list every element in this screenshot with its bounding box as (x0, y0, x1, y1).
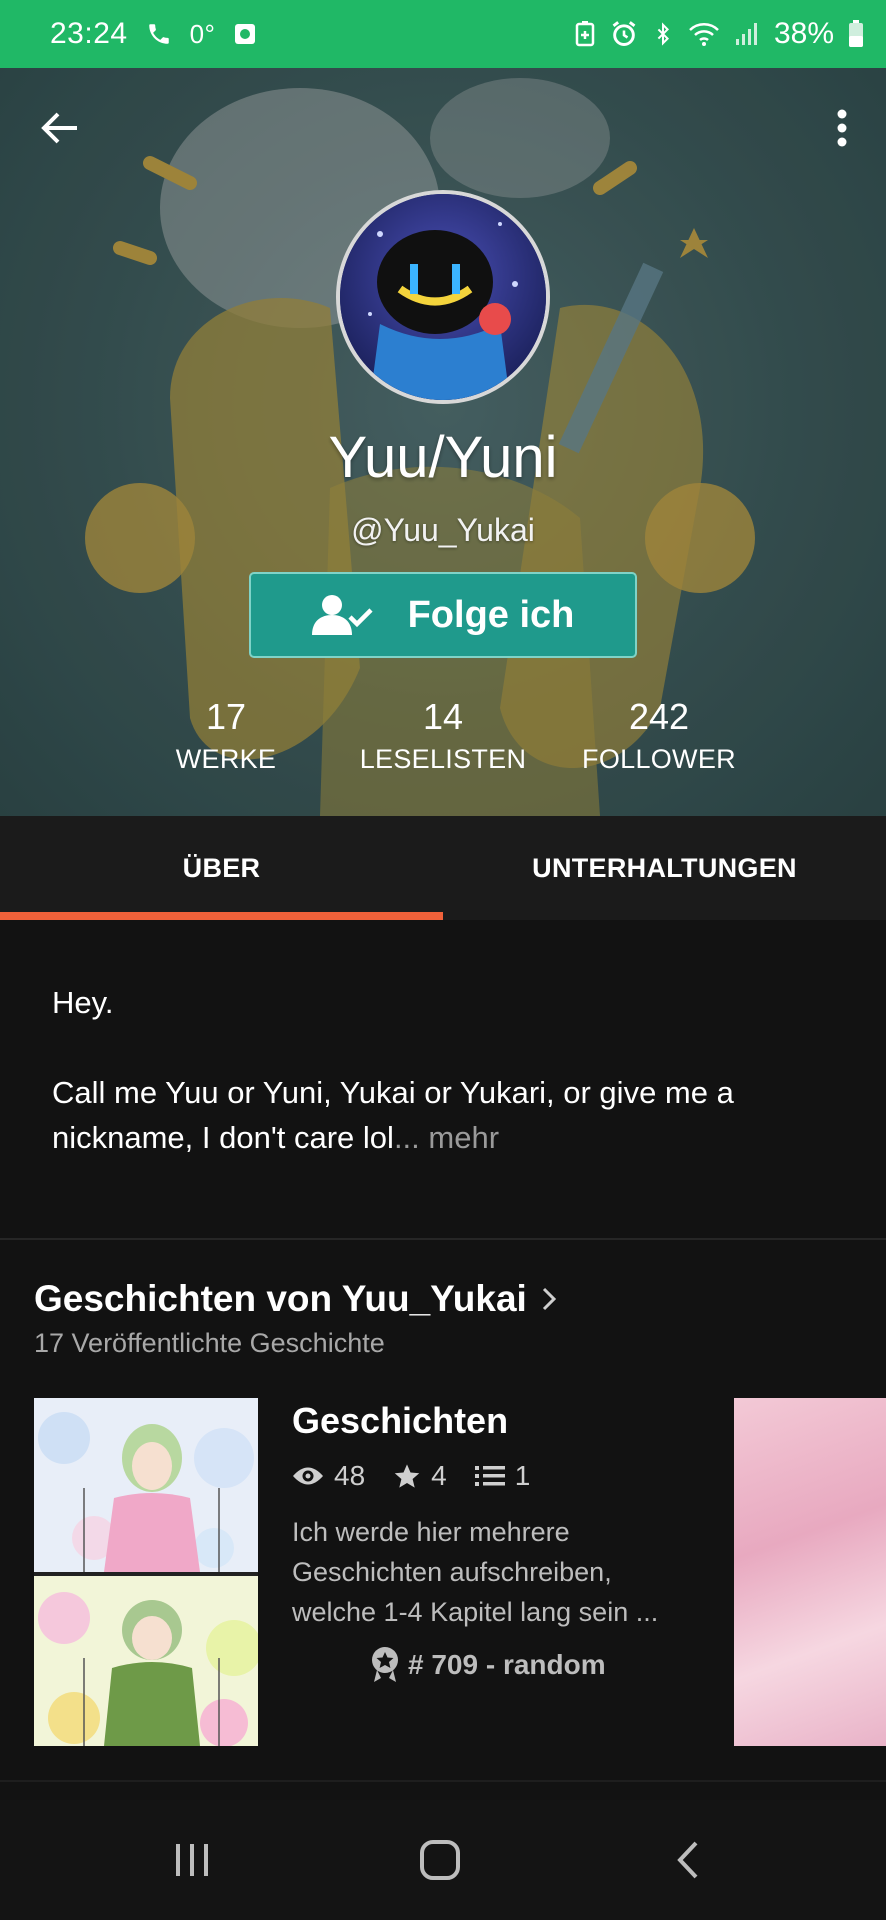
reads-count: 48 (334, 1460, 366, 1491)
profile-tabs: ÜBER UNTERHALTUNGEN (0, 816, 886, 920)
battery-icon (848, 20, 864, 48)
star-icon (394, 1464, 420, 1488)
votes-metric: 4 (393, 1460, 447, 1492)
home-icon (420, 1840, 460, 1880)
stat-works-value: 17 (205, 696, 247, 737)
alarm-icon (610, 20, 638, 48)
system-nav-bar (0, 1800, 886, 1920)
about-greeting: Hey. (52, 985, 114, 1020)
ribbon-badge-icon (372, 1647, 398, 1682)
section-divider (0, 1238, 886, 1240)
user-check-icon (311, 595, 373, 635)
more-vertical-icon (837, 109, 847, 147)
recent-apps-button[interactable] (152, 1820, 232, 1900)
chevron-right-icon (542, 1287, 556, 1311)
stat-works-label: WERKE (175, 744, 277, 774)
story-metrics: 48 4 1 (292, 1460, 702, 1492)
story-title: Geschichten (292, 1400, 509, 1441)
home-button[interactable] (400, 1820, 480, 1900)
stat-reading-lists-label: LESELISTEN (359, 744, 527, 774)
about-more-link[interactable]: ... mehr (394, 1120, 499, 1155)
stat-followers[interactable]: 242 FOLLOWER (549, 696, 769, 775)
story-rank-text: # 709 - random (408, 1649, 606, 1680)
display-name: Yuu/Yuni (328, 425, 558, 490)
status-time: 23:24 (50, 17, 128, 50)
recent-apps-icon (176, 1844, 208, 1876)
stat-reading-lists[interactable]: 14 LESELISTEN (333, 696, 553, 775)
status-temperature: 0° (189, 18, 216, 49)
about-section: Hey. Call me Yuu or Yuni, Yukai or Yukar… (0, 920, 886, 1240)
tab-conversations[interactable]: UNTERHALTUNGEN (443, 816, 886, 920)
stat-followers-label: FOLLOWER (582, 744, 736, 774)
following-label: Folge ich (407, 593, 575, 636)
story-rank: # 709 - random (292, 1646, 702, 1684)
status-bar: 23:24 0° 38% (0, 0, 886, 68)
battery-percent: 38% (773, 17, 834, 50)
back-nav-button[interactable] (648, 1820, 728, 1900)
back-button[interactable] (36, 104, 84, 152)
story-description: Ich werde hier mehrere Geschichten aufsc… (292, 1517, 659, 1627)
stories-title: Geschichten von Yuu_Yukai (34, 1278, 527, 1319)
story-card[interactable]: Geschichten 48 4 1 Ich werde hier mehrer… (292, 1400, 702, 1684)
avatar[interactable] (336, 190, 550, 404)
signal-icon (734, 21, 760, 47)
next-story-cover[interactable] (734, 1398, 886, 1746)
parts-count: 1 (514, 1460, 531, 1491)
stat-followers-value: 242 (628, 696, 690, 737)
stat-works[interactable]: 17 WERKE (116, 696, 336, 775)
stories-section-header[interactable]: Geschichten von Yuu_Yukai (34, 1278, 557, 1320)
eye-icon (293, 1467, 323, 1485)
section-divider-bottom (0, 1780, 886, 1782)
wifi-icon (688, 21, 720, 47)
list-icon (474, 1466, 505, 1486)
phone-icon (146, 21, 172, 47)
profile-header: Yuu/Yuni @Yuu_Yukai Folge ich 17 WERKE 1… (0, 68, 886, 816)
battery-saver-icon (574, 21, 596, 47)
story-cover-image (34, 1398, 258, 1746)
votes-count: 4 (431, 1460, 447, 1491)
tab-about[interactable]: ÜBER (0, 816, 443, 920)
about-description: Call me Yuu or Yuni, Yukai or Yukari, or… (52, 1075, 734, 1155)
about-text: Call me Yuu or Yuni, Yukai or Yukari, or… (52, 1070, 834, 1160)
arrow-left-icon (41, 112, 77, 144)
username-handle: @Yuu_Yukai (351, 512, 535, 548)
gallery-icon (233, 22, 257, 46)
stories-count: 17 Veröffentlichte Geschichte (34, 1328, 385, 1358)
bluetooth-icon (652, 20, 674, 48)
back-chevron-icon (677, 1841, 698, 1879)
stat-reading-lists-value: 14 (422, 696, 464, 737)
reads-metric: 48 (292, 1460, 365, 1492)
following-button[interactable]: Folge ich (249, 572, 637, 658)
story-cover[interactable] (34, 1398, 258, 1746)
avatar-image (340, 194, 546, 400)
parts-metric: 1 (474, 1460, 531, 1492)
more-options-button[interactable] (824, 104, 860, 152)
